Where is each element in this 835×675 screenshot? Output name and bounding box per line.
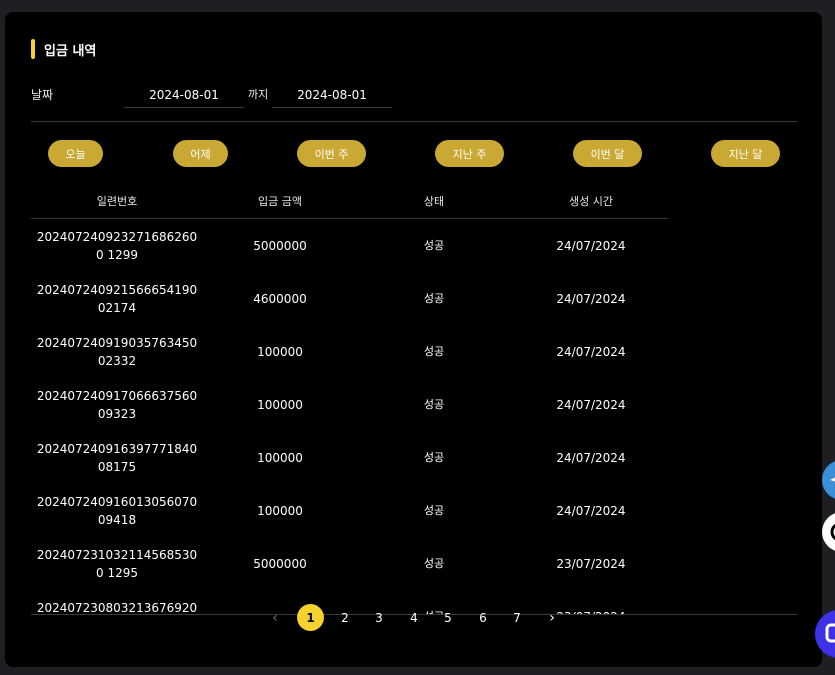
column-header-amount: 입금 금액 [258,195,302,208]
serial-cell: 20240724091903576345002332 [36,335,198,368]
time-cell: 23/07/2024 [556,556,626,571]
time-cell: 24/07/2024 [556,397,626,412]
page-button-5[interactable]: 5 [440,605,456,631]
page-button-4[interactable]: 4 [406,605,422,631]
amount-cell: 5000000 [253,238,307,253]
this-week-button[interactable]: 이번 주 [297,140,366,167]
table-row: 2024072409232716862600 1299 5000000 성공 2… [31,219,671,272]
time-cell: 24/07/2024 [556,503,626,518]
status-cell: 성공 [423,238,445,252]
page-title-text: 입금 내역 [44,43,97,59]
amount-cell: 4600000 [253,291,307,306]
last-week-button[interactable]: 지난 주 [435,140,504,167]
amount-cell: 100000 [257,450,303,465]
deposit-table-body[interactable]: 2024072409232716862600 1299 5000000 성공 2… [31,219,801,615]
serial-cell: 2024072409232716862600 1299 [36,229,198,262]
serial-cell: 20240723080321367692000000 [36,600,198,615]
deposit-history-panel: 입금 내역 날짜 까지 오늘 어제 이번 주 지난 주 이번 달 지난 달 일련… [5,12,822,667]
time-cell: 24/07/2024 [556,238,626,253]
page-button-3[interactable]: 3 [371,605,387,631]
column-header-created-time: 생성 시간 [569,195,613,208]
chat-icon[interactable] [822,512,835,552]
status-cell: 성공 [423,344,445,358]
amount-cell: 5000000 [253,556,307,571]
support-chat-icon[interactable] [815,610,835,658]
serial-cell: 2024072310321145685300 1295 [36,547,198,580]
next-page-button[interactable]: › [544,605,560,631]
amount-cell: 100000 [257,344,303,359]
speech-bubble-icon [830,523,835,541]
status-cell: 성공 [423,291,445,305]
paper-plane-icon [830,477,835,482]
table-row: 2024072310321145685300 1295 5000000 성공 2… [31,537,671,590]
page-title: 입금 내역 [31,38,96,60]
column-header-status: 상태 [423,195,445,208]
table-row: 20240724092156665419002174 4600000 성공 24… [31,272,671,325]
prev-page-button[interactable]: ‹ [267,605,283,631]
table-row: 20240724091903576345002332 100000 성공 24/… [31,325,671,378]
page-button-2[interactable]: 2 [337,605,353,631]
page-button-1[interactable]: 1 [297,604,324,631]
date-to-input[interactable] [272,82,392,108]
until-label: 까지 [248,88,269,101]
message-icon [825,623,835,643]
telegram-icon[interactable] [822,460,835,500]
time-cell: 24/07/2024 [556,291,626,306]
status-cell: 성공 [423,556,445,570]
column-header-serial: 일련번호 [96,195,138,208]
time-cell: 23/07/2024 [511,590,671,615]
amount-cell: 100000 [257,503,303,518]
status-cell: 성공 [423,397,445,411]
time-cell: 24/07/2024 [556,344,626,359]
page-button-7[interactable]: 7 [509,605,525,631]
status-cell: 성공 [423,503,445,517]
table-row: 20240724091639777184008175 100000 성공 24/… [31,431,671,484]
table-row: 20240724091601305607009418 100000 성공 24/… [31,484,671,537]
title-accent-bar [31,39,35,59]
date-from-input[interactable] [124,82,244,108]
serial-cell: 20240724091601305607009418 [36,494,198,527]
last-month-button[interactable]: 지난 달 [711,140,780,167]
this-month-button[interactable]: 이번 달 [573,140,642,167]
today-button[interactable]: 오늘 [48,140,103,167]
table-row: 20240724091706663756009323 100000 성공 24/… [31,378,671,431]
serial-cell: 20240724091706663756009323 [36,388,198,421]
time-cell: 24/07/2024 [556,450,626,465]
serial-cell: 20240724092156665419002174 [36,282,198,315]
status-cell: 성공 [423,450,445,464]
amount-cell: 100000 [257,397,303,412]
filter-divider [31,121,797,122]
page-button-6[interactable]: 6 [475,605,491,631]
date-label: 날짜 [31,88,54,102]
serial-cell: 20240724091639777184008175 [36,441,198,474]
yesterday-button[interactable]: 어제 [173,140,228,167]
